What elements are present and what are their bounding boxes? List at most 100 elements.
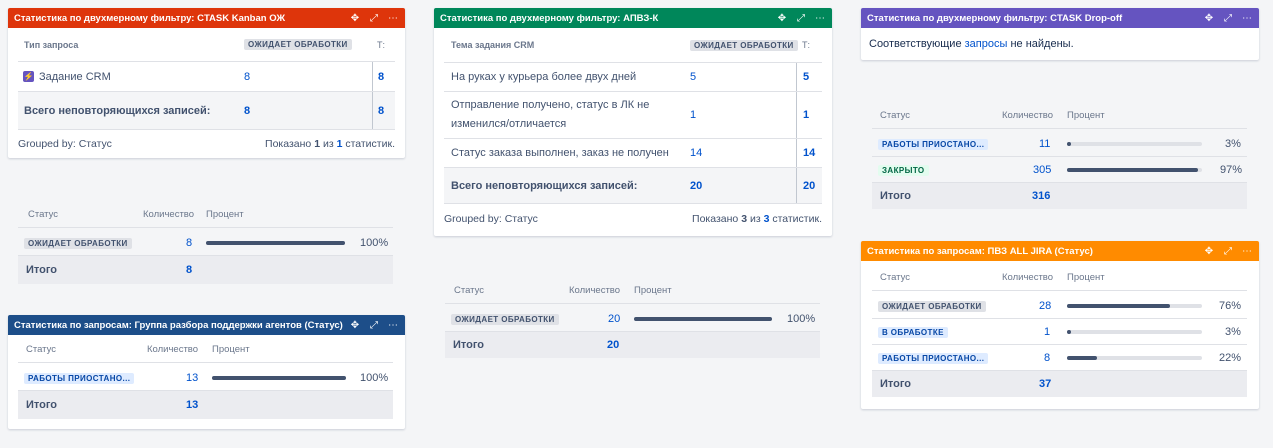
col-header-type: Тип запроса xyxy=(24,39,79,50)
stat-row: РАБОТЫ ПРИОСТАНО... 13 100% xyxy=(18,365,393,391)
stat-row: ОЖИДАЕТ ОБРАБОТКИ 28 76% xyxy=(872,293,1247,319)
row-value-link[interactable]: 5 xyxy=(690,71,696,83)
row-label: На руках у курьера более двух дней xyxy=(451,71,637,83)
total-link[interactable]: 8 xyxy=(186,264,192,276)
status-lozenge: РАБОТЫ ПРИОСТАНО... xyxy=(878,138,989,150)
total-row: Всего неповторяющихся записей: 8 8 xyxy=(18,92,395,130)
row-total-link[interactable]: 8 xyxy=(378,71,384,83)
stat-row: ОЖИДАЕТ ОБРАБОТКИ 8 100% xyxy=(18,230,393,256)
count-link[interactable]: 20 xyxy=(608,313,620,325)
gadget-footer: Grouped by: Статус Показано 1 из 1 стати… xyxy=(18,138,395,150)
count-link[interactable]: 8 xyxy=(1044,352,1050,364)
move-icon[interactable]: ✥ xyxy=(1203,13,1215,24)
progress-bar xyxy=(1067,141,1202,146)
total-total-link[interactable]: 8 xyxy=(378,105,384,117)
total-total-link[interactable]: 20 xyxy=(803,180,815,192)
stat-table-1: Статус Количество Процент ОЖИДАЕТ ОБРАБО… xyxy=(18,202,393,284)
progress-bar xyxy=(1067,329,1202,334)
status-lozenge: В ОБРАБОТКЕ xyxy=(878,326,948,338)
grouped-by: Grouped by: Статус xyxy=(444,213,538,225)
expand-icon[interactable]: ⤢ xyxy=(795,13,807,24)
gadget-header: Статистика по двухмерному фильтру: АПВЗ-… xyxy=(434,8,832,28)
progress-fill xyxy=(1067,355,1097,360)
progress-fill xyxy=(1067,167,1198,172)
count-link[interactable]: 8 xyxy=(186,237,192,249)
status-lozenge: ОЖИДАЕТ ОБРАБОТКИ xyxy=(878,300,986,312)
more-icon[interactable]: ⋯ xyxy=(387,320,399,331)
total-row: Итого 20 xyxy=(445,332,820,358)
more-icon[interactable]: ⋯ xyxy=(1241,246,1253,257)
gadget-header: Статистика по двухмерному фильтру: CTASK… xyxy=(8,8,405,28)
move-icon[interactable]: ✥ xyxy=(349,13,361,24)
progress-bar xyxy=(634,316,772,321)
stat-table-3: Статус Количество Процент ОЖИДАЕТ ОБРАБО… xyxy=(445,278,820,358)
percent-value: 3% xyxy=(1225,325,1241,338)
total-row: Итого 13 xyxy=(18,391,393,419)
row-total-link[interactable]: 5 xyxy=(803,71,809,83)
total-label: Всего неповторяющихся записей: xyxy=(24,104,211,117)
row-total-link[interactable]: 14 xyxy=(803,147,815,159)
stat-header: Статус Количество Процент xyxy=(872,265,1247,291)
grouped-by: Grouped by: Статус xyxy=(18,138,112,150)
gadget-title: Статистика по запросам: Группа разбора п… xyxy=(14,319,343,331)
status-lozenge: ОЖИДАЕТ ОБРАБОТКИ xyxy=(690,39,798,51)
total-row: Итого 316 xyxy=(872,183,1247,209)
row-value-link[interactable]: 1 xyxy=(690,109,696,121)
percent-value: 100% xyxy=(360,236,389,249)
more-icon[interactable]: ⋯ xyxy=(387,13,399,24)
progress-fill xyxy=(1067,329,1072,334)
table-row: ⚡ Задание CRM 8 8 xyxy=(18,62,395,92)
progress-bar xyxy=(1067,303,1202,308)
gadget-agents-support: Статистика по запросам: Группа разбора п… xyxy=(8,315,405,429)
total-value-link[interactable]: 8 xyxy=(244,105,250,117)
row-value-link[interactable]: 8 xyxy=(244,71,250,83)
gadget-title: Статистика по двухмерному фильтру: CTASK… xyxy=(14,12,286,24)
row-label: Задание CRM xyxy=(39,70,111,83)
progress-bar xyxy=(1067,355,1202,360)
stat-header: Статус Количество Процент xyxy=(872,103,1247,129)
move-icon[interactable]: ✥ xyxy=(776,13,788,24)
row-total-link[interactable]: 1 xyxy=(803,109,809,121)
gadget-header: Статистика по двухмерному фильтру: CTASK… xyxy=(861,8,1259,28)
progress-bar xyxy=(212,375,346,380)
progress-fill xyxy=(206,240,345,245)
move-icon[interactable]: ✥ xyxy=(349,320,361,331)
more-icon[interactable]: ⋯ xyxy=(1241,13,1253,24)
stat-header: Статус Количество Процент xyxy=(18,337,393,363)
total-link[interactable]: 20 xyxy=(607,339,619,351)
total-row: Всего неповторяющихся записей: 20 20 xyxy=(444,168,822,204)
total-link[interactable]: 37 xyxy=(1039,378,1051,390)
expand-icon[interactable]: ⤢ xyxy=(368,320,380,331)
gadget-footer: Grouped by: Статус Показано 3 из 3 стати… xyxy=(444,213,822,225)
total-row: Итого 8 xyxy=(18,256,393,284)
total-link[interactable]: 316 xyxy=(1032,190,1050,202)
issues-link[interactable]: запросы xyxy=(965,38,1008,50)
count-link[interactable]: 305 xyxy=(1033,164,1051,176)
col-header-theme: Тема задания CRM xyxy=(451,40,535,50)
total-link[interactable]: 13 xyxy=(186,399,198,411)
move-icon[interactable]: ✥ xyxy=(1203,246,1215,257)
percent-value: 3% xyxy=(1225,137,1241,150)
percent-value: 97% xyxy=(1220,163,1243,176)
count-link[interactable]: 1 xyxy=(1044,326,1050,338)
count-link[interactable]: 28 xyxy=(1039,300,1051,312)
expand-icon[interactable]: ⤢ xyxy=(368,13,380,24)
row-label: Статус заказа выполнен, заказ не получен xyxy=(451,147,669,159)
row-label: Отправление получено, статус в ЛК не изм… xyxy=(451,99,650,130)
more-icon[interactable]: ⋯ xyxy=(814,13,826,24)
expand-icon[interactable]: ⤢ xyxy=(1222,13,1234,24)
no-results-message: Соответствующие запросы не найдены. xyxy=(869,38,1074,50)
stat-row: РАБОТЫ ПРИОСТАНО... 11 3% xyxy=(872,131,1247,157)
progress-fill xyxy=(1067,303,1170,308)
status-lozenge: РАБОТЫ ПРИОСТАНО... xyxy=(24,372,135,384)
table-header: Тема задания CRM ОЖИДАЕТ ОБРАБОТКИ Т: xyxy=(444,28,822,63)
status-lozenge: ОЖИДАЕТ ОБРАБОТКИ xyxy=(24,237,132,249)
status-lozenge: ЗАКРЫТО xyxy=(878,164,929,176)
count-link[interactable]: 11 xyxy=(1039,138,1050,150)
row-value-link[interactable]: 14 xyxy=(690,147,702,159)
count-link[interactable]: 13 xyxy=(186,372,198,384)
progress-bar xyxy=(206,240,345,245)
expand-icon[interactable]: ⤢ xyxy=(1222,246,1234,257)
gadget-header: Статистика по запросам: ПВЗ ALL JIRA (Ст… xyxy=(861,241,1259,261)
total-value-link[interactable]: 20 xyxy=(690,180,702,192)
